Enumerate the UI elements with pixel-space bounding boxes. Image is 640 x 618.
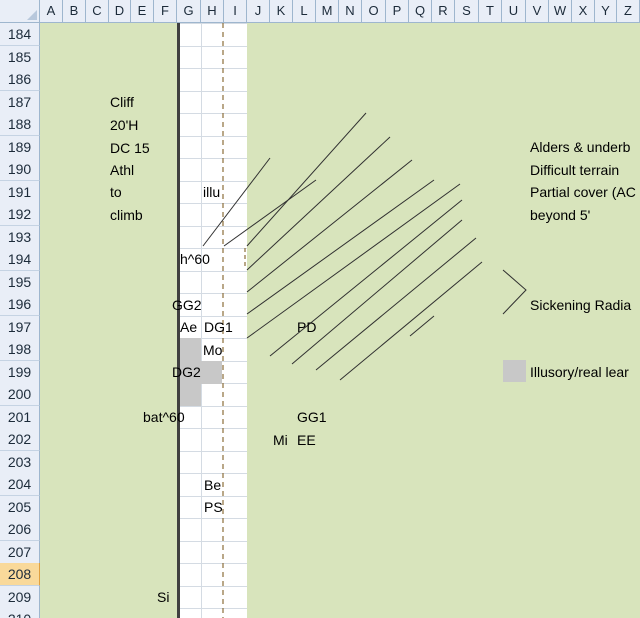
row-header-185[interactable]: 185 xyxy=(0,45,40,69)
column-header-c[interactable]: C xyxy=(86,0,109,23)
alder-hatching xyxy=(202,112,483,381)
row-header-187[interactable]: 187 xyxy=(0,90,40,114)
column-header-q[interactable]: Q xyxy=(409,0,432,23)
sickening-bracket xyxy=(502,269,527,315)
cliff-height: 20'H xyxy=(110,117,139,133)
legend-cover: Partial cover (AC xyxy=(530,184,636,200)
token-bat60: bat^60 xyxy=(143,409,185,425)
row-header-208[interactable]: 208 xyxy=(0,563,40,586)
column-header-o[interactable]: O xyxy=(362,0,386,23)
column-header-a[interactable]: A xyxy=(40,0,63,23)
row-header-194[interactable]: 194 xyxy=(0,248,40,271)
token-be: Be xyxy=(204,477,222,493)
row-header-198[interactable]: 198 xyxy=(0,338,40,361)
cliff-skill: Athl xyxy=(110,162,135,178)
row-header-195[interactable]: 195 xyxy=(0,270,40,294)
column-header-u[interactable]: U xyxy=(502,0,526,23)
row-header-193[interactable]: 193 xyxy=(0,225,40,249)
row-header-184[interactable]: 184 xyxy=(0,23,40,46)
row-header-186[interactable]: 186 xyxy=(0,68,40,91)
row-header-188[interactable]: 188 xyxy=(0,113,40,136)
row-header-203[interactable]: 203 xyxy=(0,450,40,474)
token-gg1: GG1 xyxy=(297,409,327,425)
column-header-z[interactable]: Z xyxy=(617,0,640,23)
column-header-v[interactable]: V xyxy=(526,0,549,23)
row-header-204[interactable]: 204 xyxy=(0,473,40,496)
legend-swatch xyxy=(503,360,526,382)
row-header-197[interactable]: 197 xyxy=(0,315,40,339)
column-header-e[interactable]: E xyxy=(131,0,154,23)
token-ee: EE xyxy=(297,432,316,448)
spreadsheet: Cliff 20'H DC 15 Athl to climb illu h^60… xyxy=(0,0,640,618)
row-header-209[interactable]: 209 xyxy=(0,585,40,609)
token-h60: h^60 xyxy=(180,251,210,267)
hatch-line xyxy=(291,219,463,365)
row-header-201[interactable]: 201 xyxy=(0,405,40,429)
column-header-m[interactable]: M xyxy=(316,0,339,23)
row-header-192[interactable]: 192 xyxy=(0,203,40,226)
row-header-189[interactable]: 189 xyxy=(0,135,40,159)
column-header-y[interactable]: Y xyxy=(595,0,617,23)
token-ps: PS xyxy=(204,499,223,515)
legend-illusory: Illusory/real lear xyxy=(530,364,629,380)
row-header-190[interactable]: 190 xyxy=(0,158,40,181)
row-header-199[interactable]: 199 xyxy=(0,360,40,384)
column-header-t[interactable]: T xyxy=(479,0,502,23)
row-header-200[interactable]: 200 xyxy=(0,383,40,406)
token-gg2: GG2 xyxy=(172,297,202,313)
column-header-p[interactable]: P xyxy=(386,0,409,23)
row-header-206[interactable]: 206 xyxy=(0,518,40,541)
column-header-g[interactable]: G xyxy=(177,0,201,23)
column-header-w[interactable]: W xyxy=(549,0,572,23)
token-pd: PD xyxy=(297,319,317,335)
row-header-210[interactable]: 210 xyxy=(0,608,40,618)
token-illu: illu xyxy=(203,184,221,200)
token-dg2: DG2 xyxy=(172,364,201,380)
cliff-to: to xyxy=(110,184,122,200)
row-header-205[interactable]: 205 xyxy=(0,495,40,519)
token-si: Si xyxy=(157,589,170,605)
cliff-label: Cliff xyxy=(110,94,134,110)
hatch-line xyxy=(223,179,317,247)
column-header-d[interactable]: D xyxy=(109,0,131,23)
legend-sickening: Sickening Radia xyxy=(530,297,632,313)
hatch-line xyxy=(246,159,413,293)
cliff-climb: climb xyxy=(110,207,143,223)
token-dg1: DG1 xyxy=(204,319,233,335)
cliff-dc: DC 15 xyxy=(110,140,150,156)
column-header-b[interactable]: B xyxy=(63,0,86,23)
column-header-h[interactable]: H xyxy=(201,0,224,23)
legend-beyond: beyond 5' xyxy=(530,207,591,223)
row-header-191[interactable]: 191 xyxy=(0,180,40,204)
legend-alders: Alders & underb xyxy=(530,139,631,155)
hatch-line xyxy=(246,112,367,247)
column-header-n[interactable]: N xyxy=(339,0,362,23)
column-header-s[interactable]: S xyxy=(455,0,479,23)
row-header-202[interactable]: 202 xyxy=(0,428,40,451)
column-header-r[interactable]: R xyxy=(432,0,455,23)
legend-difficult: Difficult terrain xyxy=(530,162,620,178)
column-header-k[interactable]: K xyxy=(270,0,293,23)
column-header-f[interactable]: F xyxy=(154,0,177,23)
hatch-line xyxy=(246,179,435,315)
token-mi: Mi xyxy=(273,432,288,448)
row-header-196[interactable]: 196 xyxy=(0,293,40,316)
select-all-corner[interactable] xyxy=(0,0,40,23)
token-ae: Ae xyxy=(180,319,198,335)
column-header-l[interactable]: L xyxy=(293,0,316,23)
row-header-207[interactable]: 207 xyxy=(0,540,40,564)
column-header-j[interactable]: J xyxy=(247,0,270,23)
token-mo: Mo xyxy=(203,342,223,358)
hatch-line xyxy=(315,237,477,371)
column-header-x[interactable]: X xyxy=(572,0,595,23)
hatch-line xyxy=(339,261,483,381)
column-header-i[interactable]: I xyxy=(224,0,247,23)
